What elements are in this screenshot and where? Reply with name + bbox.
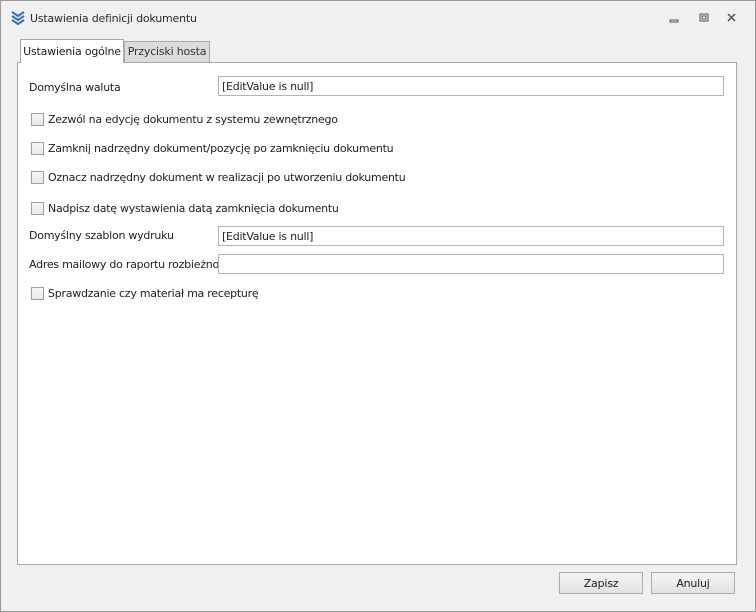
currency-label: Domyślna waluta — [29, 81, 121, 94]
cancel-button[interactable]: Anuluj — [651, 572, 735, 594]
allow-external-edit-label: Zezwól na edycję dokumentu z systemu zew… — [48, 113, 338, 126]
print-template-label: Domyślny szablon wydruku — [29, 229, 174, 242]
save-button[interactable]: Zapisz — [559, 572, 643, 594]
print-template-field[interactable]: [EditValue is null] — [218, 226, 724, 246]
title-bar: Ustawienia definicji dokumentu — [1, 1, 755, 35]
mark-parent-label: Oznacz nadrzędny dokument w realizacji p… — [48, 171, 406, 184]
window-title: Ustawienia definicji dokumentu — [30, 12, 197, 25]
minimize-icon[interactable] — [665, 10, 683, 26]
dialog-window: Ustawienia definicji dokumentu Ustawieni… — [0, 0, 756, 612]
discrepancy-email-label: Adres mailowy do raportu rozbieżności — [29, 258, 234, 271]
close-parent-checkbox[interactable] — [31, 142, 44, 155]
overwrite-date-label: Nadpisz datę wystawienia datą zamknięcia… — [48, 202, 339, 215]
mark-parent-checkbox[interactable] — [31, 171, 44, 184]
overwrite-date-checkbox[interactable] — [31, 202, 44, 215]
restore-icon[interactable] — [695, 10, 713, 26]
recipe-check-label: Sprawdzanie czy materiał ma recepturę — [48, 287, 259, 300]
discrepancy-email-field[interactable] — [218, 254, 724, 274]
general-settings-panel: Domyślna waluta [EditValue is null] Zezw… — [17, 62, 737, 565]
allow-external-edit-checkbox[interactable] — [31, 113, 44, 126]
close-parent-label: Zamknij nadrzędny dokument/pozycję po za… — [48, 142, 394, 155]
tab-general-settings[interactable]: Ustawienia ogólne — [20, 39, 124, 63]
recipe-check-checkbox[interactable] — [31, 287, 44, 300]
tab-host-buttons[interactable]: Przyciski hosta — [124, 41, 210, 62]
close-icon[interactable] — [723, 10, 741, 26]
chevron-stack-icon — [10, 10, 26, 26]
currency-field[interactable]: [EditValue is null] — [218, 76, 724, 96]
